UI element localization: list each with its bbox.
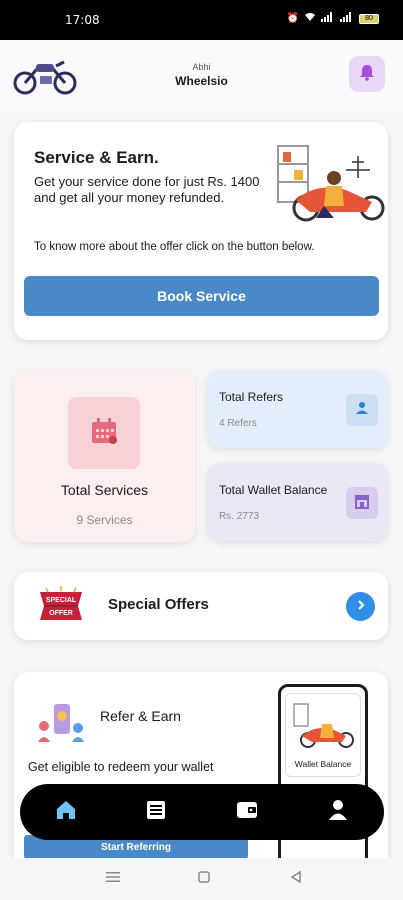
store-icon bbox=[354, 493, 370, 514]
calendar-icon-box bbox=[68, 397, 140, 469]
refer-earn-title: Refer & Earn bbox=[100, 708, 181, 724]
refer-earn-card: Refer & Earn Get eligible to redeem your… bbox=[14, 672, 388, 872]
service-earn-note: To know more about the offer click on th… bbox=[34, 241, 315, 253]
wallet-balance-card[interactable]: Total Wallet Balance Rs. 2773 bbox=[207, 463, 388, 541]
bottom-navigation bbox=[20, 784, 384, 840]
system-navigation-bar bbox=[0, 858, 403, 900]
total-refers-value: 4 Refers bbox=[219, 418, 257, 429]
signal-icon bbox=[321, 12, 335, 25]
user-name: Abhi bbox=[192, 62, 211, 72]
bell-icon bbox=[358, 63, 376, 86]
profile-icon bbox=[328, 799, 348, 826]
total-services-value: 9 Services bbox=[76, 513, 133, 527]
chevron-right-icon bbox=[355, 598, 367, 616]
special-offer-badge-icon: SPECIAL OFFER bbox=[36, 586, 86, 626]
phone-wallet-label: Wallet Balance bbox=[294, 759, 352, 769]
wifi-icon bbox=[304, 12, 316, 25]
wallet-icon bbox=[236, 800, 258, 825]
alarm-icon: ⏰ bbox=[286, 13, 299, 24]
menu-icon[interactable] bbox=[106, 870, 120, 886]
user-icon bbox=[355, 401, 369, 420]
battery-icon: 80 bbox=[359, 13, 379, 24]
app-title: Wheelsio bbox=[175, 74, 228, 88]
home-square-icon[interactable] bbox=[198, 870, 210, 886]
refer-earn-description: Get eligible to redeem your wallet bbox=[28, 760, 214, 774]
special-offers-card[interactable]: SPECIAL OFFER Special Offers bbox=[14, 572, 388, 640]
user-icon-box bbox=[346, 394, 378, 426]
app-header: Abhi Wheelsio bbox=[0, 40, 403, 112]
signal-icon-2 bbox=[340, 12, 354, 25]
nav-list-button[interactable] bbox=[142, 798, 170, 826]
special-offers-arrow-button[interactable] bbox=[346, 592, 375, 621]
total-services-card[interactable]: Total Services 9 Services bbox=[14, 370, 195, 542]
phone-mockup: Wallet Balance bbox=[278, 684, 368, 872]
special-offers-label: Special Offers bbox=[108, 596, 209, 613]
wallet-balance-label: Total Wallet Balance bbox=[219, 483, 328, 497]
badge-text-top: SPECIAL bbox=[46, 597, 77, 604]
list-icon bbox=[146, 800, 166, 825]
home-icon bbox=[55, 799, 77, 826]
nav-profile-button[interactable] bbox=[324, 798, 352, 826]
total-refers-card[interactable]: Total Refers 4 Refers bbox=[207, 370, 388, 448]
nav-wallet-button[interactable] bbox=[233, 798, 261, 826]
service-earn-description: Get your service done for just Rs. 1400 … bbox=[34, 174, 260, 205]
status-bar: 17:08 ⏰ 80 bbox=[0, 0, 403, 40]
mechanic-illustration-icon bbox=[276, 142, 386, 226]
total-refers-label: Total Refers bbox=[219, 390, 284, 404]
badge-text-bottom: OFFER bbox=[49, 610, 73, 617]
refer-illustration-icon bbox=[36, 702, 86, 744]
notifications-button[interactable] bbox=[349, 56, 385, 92]
service-earn-title: Service & Earn. bbox=[34, 148, 159, 167]
calendar-icon bbox=[89, 416, 119, 451]
service-earn-card: Service & Earn. Get your service done fo… bbox=[14, 122, 388, 340]
store-icon-box bbox=[346, 487, 378, 519]
total-services-label: Total Services bbox=[60, 482, 149, 498]
wallet-balance-value: Rs. 2773 bbox=[219, 511, 260, 522]
back-icon[interactable] bbox=[290, 870, 302, 886]
status-time: 17:08 bbox=[65, 13, 100, 27]
nav-home-button[interactable] bbox=[52, 798, 80, 826]
status-icons: ⏰ 80 bbox=[287, 12, 379, 25]
book-service-button[interactable]: Book Service bbox=[24, 276, 379, 316]
